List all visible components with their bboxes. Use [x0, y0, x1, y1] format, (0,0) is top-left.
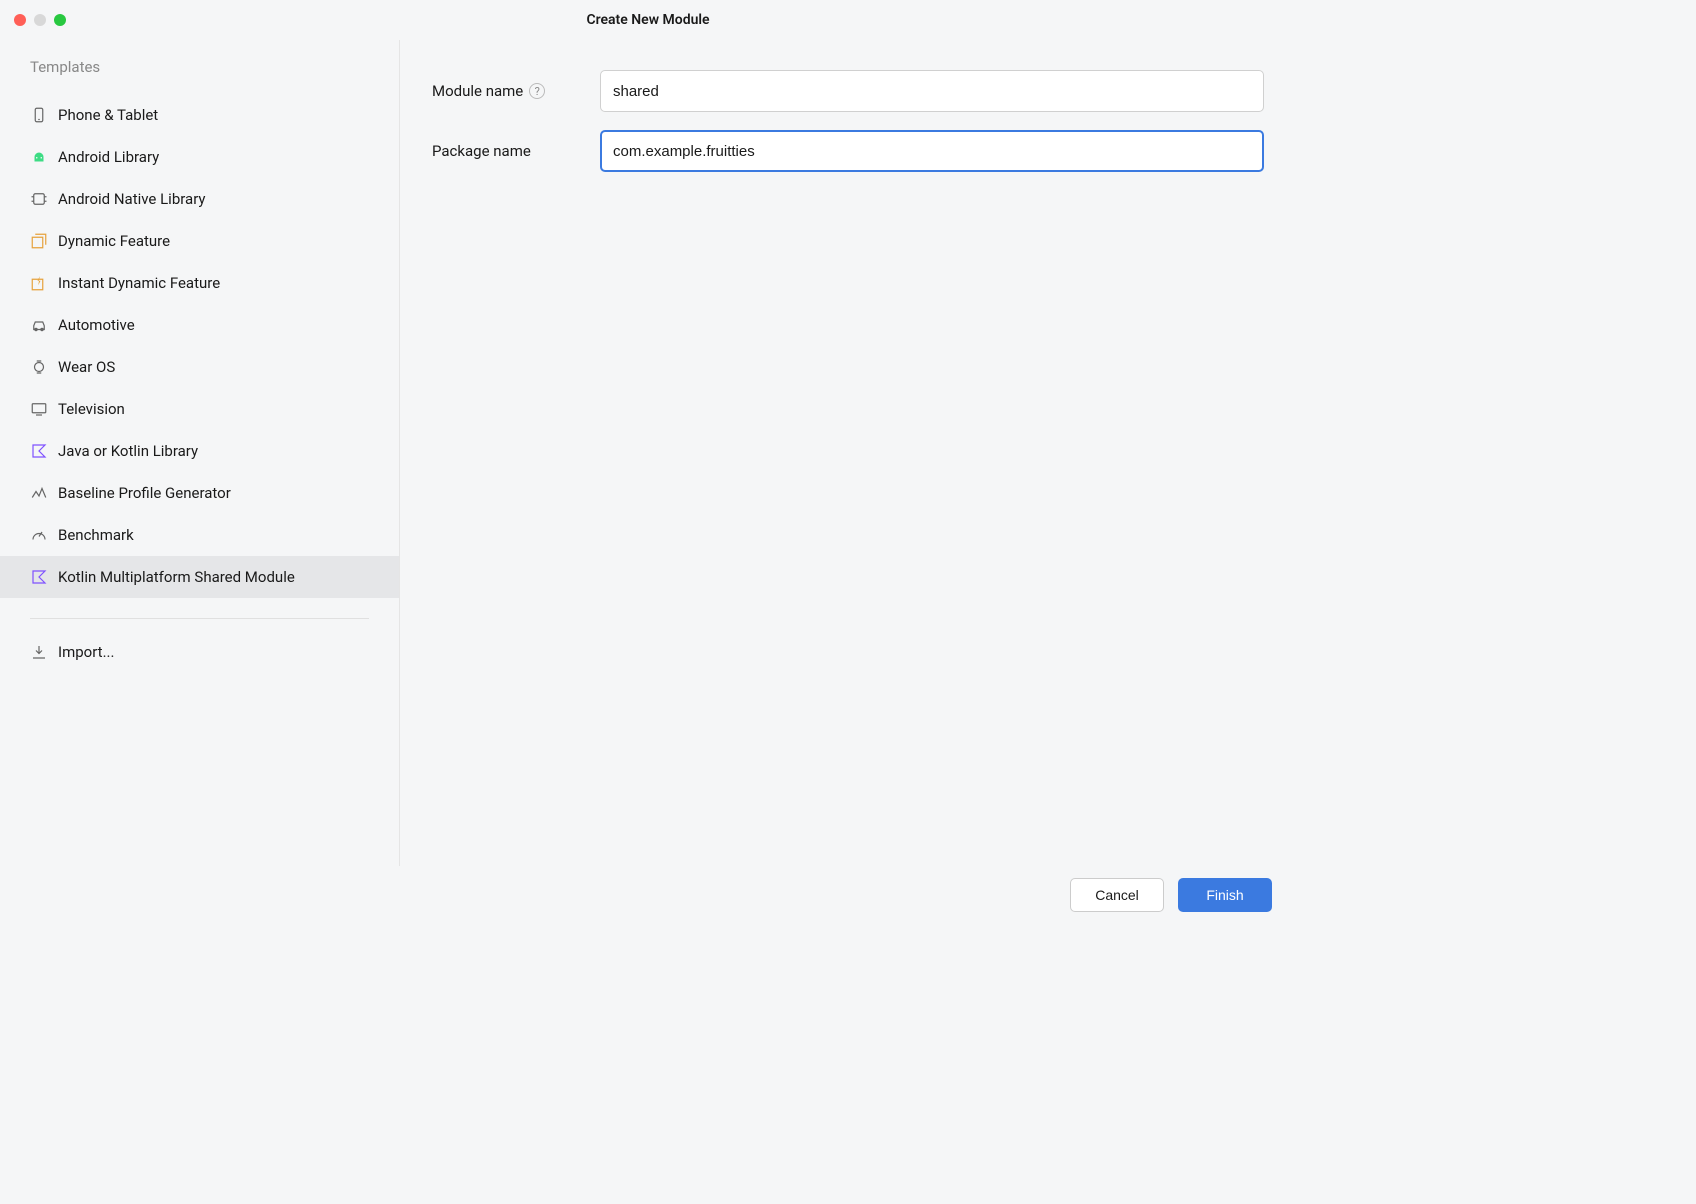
- wear-os-icon: [30, 358, 48, 376]
- sidebar-item-wear-os[interactable]: Wear OS: [0, 346, 399, 388]
- kotlin-multiplatform-icon: [30, 568, 48, 586]
- module-name-input[interactable]: [600, 70, 1264, 112]
- sidebar-item-label: Wear OS: [58, 358, 115, 376]
- minimize-window-button[interactable]: [34, 14, 46, 26]
- sidebar-item-automotive[interactable]: Automotive: [0, 304, 399, 346]
- sidebar-item-android-library[interactable]: Android Library: [0, 136, 399, 178]
- sidebar-divider: [30, 618, 369, 619]
- instant-dynamic-feature-icon: [30, 274, 48, 292]
- kotlin-icon: [30, 442, 48, 460]
- television-icon: [30, 400, 48, 418]
- package-name-label: Package name: [432, 142, 600, 160]
- sidebar-item-baseline-profile-generator[interactable]: Baseline Profile Generator: [0, 472, 399, 514]
- android-icon: [30, 148, 48, 166]
- package-name-input[interactable]: [600, 130, 1264, 172]
- sidebar-item-label: Instant Dynamic Feature: [58, 274, 220, 292]
- module-name-label: Module name ?: [432, 82, 600, 100]
- sidebar-item-kotlin-multiplatform-shared-module[interactable]: Kotlin Multiplatform Shared Module: [0, 556, 399, 598]
- automotive-icon: [30, 316, 48, 334]
- sidebar-item-java-kotlin-library[interactable]: Java or Kotlin Library: [0, 430, 399, 472]
- close-window-button[interactable]: [14, 14, 26, 26]
- sidebar-item-label: Android Library: [58, 148, 159, 166]
- sidebar-item-label: Import...: [58, 643, 114, 661]
- sidebar-item-android-native-library[interactable]: Android Native Library: [0, 178, 399, 220]
- sidebar-item-label: Phone & Tablet: [58, 106, 158, 124]
- benchmark-icon: [30, 526, 48, 544]
- sidebar-item-label: Baseline Profile Generator: [58, 484, 231, 502]
- sidebar-item-label: Dynamic Feature: [58, 232, 170, 250]
- native-library-icon: [30, 190, 48, 208]
- sidebar-item-phone-tablet[interactable]: Phone & Tablet: [0, 94, 399, 136]
- sidebar-item-label: Java or Kotlin Library: [58, 442, 198, 460]
- sidebar-item-label: Automotive: [58, 316, 135, 334]
- sidebar-item-label: Android Native Library: [58, 190, 206, 208]
- maximize-window-button[interactable]: [54, 14, 66, 26]
- window-title: Create New Module: [0, 12, 1296, 28]
- sidebar-item-label: Benchmark: [58, 526, 134, 544]
- titlebar: Create New Module: [0, 0, 1296, 40]
- sidebar-item-benchmark[interactable]: Benchmark: [0, 514, 399, 556]
- sidebar-item-label: Kotlin Multiplatform Shared Module: [58, 568, 295, 586]
- dialog-footer: Cancel Finish: [0, 866, 1296, 924]
- dynamic-feature-icon: [30, 232, 48, 250]
- templates-sidebar: Templates Phone & Tablet Android Library…: [0, 40, 400, 866]
- form-panel: Module name ? Package name: [400, 40, 1296, 866]
- cancel-button[interactable]: Cancel: [1070, 878, 1164, 912]
- finish-button[interactable]: Finish: [1178, 878, 1272, 912]
- sidebar-item-dynamic-feature[interactable]: Dynamic Feature: [0, 220, 399, 262]
- sidebar-item-import[interactable]: Import...: [0, 631, 399, 673]
- import-icon: [30, 643, 48, 661]
- sidebar-item-television[interactable]: Television: [0, 388, 399, 430]
- window-controls: [0, 14, 66, 26]
- sidebar-item-instant-dynamic-feature[interactable]: Instant Dynamic Feature: [0, 262, 399, 304]
- baseline-profile-icon: [30, 484, 48, 502]
- sidebar-heading: Templates: [0, 58, 399, 94]
- help-icon[interactable]: ?: [529, 83, 545, 99]
- phone-tablet-icon: [30, 106, 48, 124]
- sidebar-item-label: Television: [58, 400, 125, 418]
